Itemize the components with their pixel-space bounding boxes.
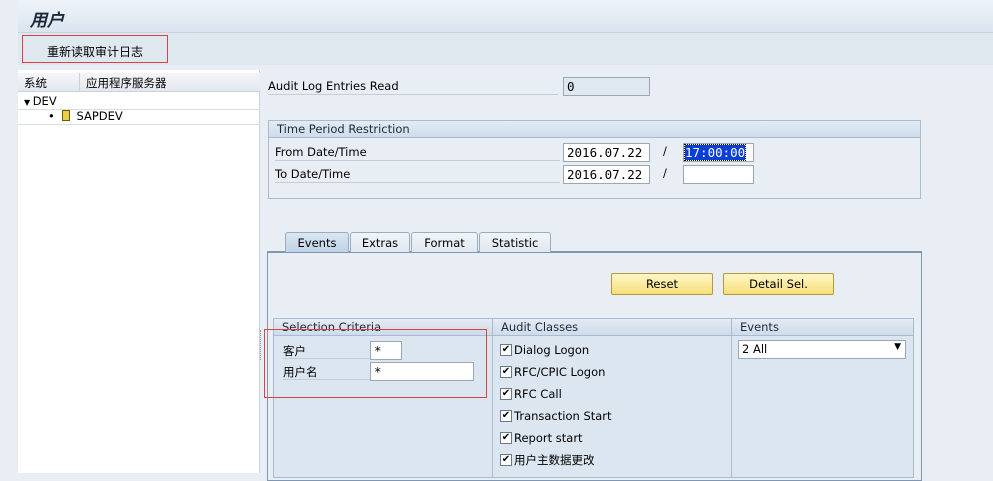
server-label: SAPDEV [76,109,123,123]
from-time-input[interactable]: 17:00:00 [683,143,754,162]
tab-extras[interactable]: Extras [350,232,410,252]
audit-class-checkbox[interactable]: ✔ Transaction Start [500,407,612,425]
checkbox-icon[interactable]: ✔ [500,454,512,466]
bullet-icon: • [48,109,59,123]
entries-label: Audit Log Entries Read [268,77,558,95]
checkbox-icon[interactable]: ✔ [500,366,512,378]
entries-value: 0 [563,77,650,96]
events-title: Events [732,319,913,336]
chevron-down-icon[interactable]: ▼ [894,342,901,352]
from-label: From Date/Time [275,143,560,161]
reread-audit-log-button[interactable]: 重新读取审计日志 [22,35,168,63]
tab-format[interactable]: Format [411,232,478,252]
events-dropdown[interactable]: 2 All ▼ [738,340,906,359]
page-title: 用户 [30,11,64,31]
audit-class-label: Transaction Start [514,409,612,423]
audit-classes-title: Audit Classes [493,319,731,336]
collapse-icon[interactable]: ▼ [24,98,33,107]
audit-class-label: RFC Call [514,387,562,401]
title-bar: 用户 [18,0,993,33]
audit-class-checkbox[interactable]: ✔ Dialog Logon [500,341,589,359]
checkbox-icon[interactable]: ✔ [500,432,512,444]
separator: / [663,166,667,180]
to-label: To Date/Time [275,165,560,183]
tab-events[interactable]: Events [285,232,349,252]
separator: / [663,144,667,158]
tree-node-sapdev[interactable]: • SAPDEV [18,108,260,125]
column-header-server[interactable]: 应用程序服务器 [79,73,260,92]
audit-class-label: Dialog Logon [514,343,590,357]
events-selected-value: 2 All [742,342,768,356]
audit-class-label: Report start [514,431,583,445]
checkbox-icon[interactable]: ✔ [500,410,512,422]
checkbox-icon[interactable]: ✔ [500,388,512,400]
system-label: DEV [32,94,57,108]
annotation-highlight [264,329,487,398]
from-date-input[interactable]: 2016.07.22 [563,143,650,162]
column-header-system[interactable]: 系统 [18,73,79,92]
audit-class-label: 用户主数据更改 [514,453,595,467]
audit-class-label: RFC/CPIC Logon [514,365,606,379]
audit-class-checkbox[interactable]: ✔ RFC Call [500,385,562,403]
server-icon [62,110,71,121]
audit-class-checkbox[interactable]: ✔ Report start [500,429,583,447]
detail-selection-button[interactable]: Detail Sel. [723,273,834,295]
server-tree: 系统 应用程序服务器 ▼ DEV • SAPDEV [18,70,260,473]
checkbox-icon[interactable]: ✔ [500,344,512,356]
to-date-input[interactable]: 2016.07.22 [563,165,650,184]
tab-statistic[interactable]: Statistic [479,232,551,252]
reset-button[interactable]: Reset [611,273,713,295]
audit-class-checkbox[interactable]: ✔ RFC/CPIC Logon [500,363,605,381]
to-time-input[interactable] [683,165,754,184]
time-period-title: Time Period Restriction [269,121,920,138]
audit-class-checkbox[interactable]: ✔ 用户主数据更改 [500,451,595,469]
toolbar: 重新读取审计日志 [18,33,993,65]
